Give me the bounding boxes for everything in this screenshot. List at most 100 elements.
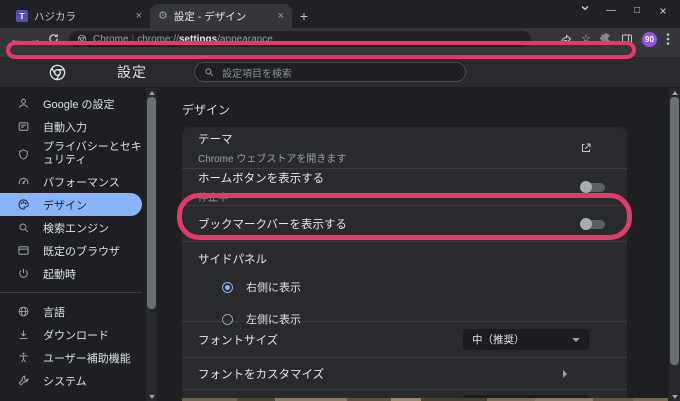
minimize-button[interactable]: — [598, 1, 624, 21]
sidebar-item-system[interactable]: システム [0, 369, 142, 392]
side-panel-section: サイドパネル 右側に表示 左側に表示 [182, 241, 627, 326]
sidebar-item-languages[interactable]: 言語 [0, 300, 142, 323]
kebab-menu-icon[interactable] [666, 32, 670, 46]
new-tab-button[interactable]: + [292, 4, 316, 28]
theme-row[interactable]: テーマ Chrome ウェブストアを開きます [182, 127, 627, 168]
browser-toolbar: ← → Chrome | chrome://settings/appearance … [0, 28, 680, 57]
settings-search-input[interactable]: 設定項目を検索 [194, 62, 466, 82]
search-placeholder: 設定項目を検索 [222, 68, 292, 80]
sidebar-item-on-startup[interactable]: 起動時 [0, 262, 142, 285]
sidebar-label: Google の設定 [43, 98, 115, 111]
page-title: 設定 [117, 64, 147, 80]
download-icon [17, 328, 31, 341]
reload-button[interactable] [48, 33, 59, 46]
close-window-button[interactable]: × [650, 1, 676, 21]
show-bookmarks-bar-row[interactable]: ブックマークバーを表示する [182, 205, 627, 241]
address-bar[interactable]: Chrome | chrome://settings/appearance [69, 31, 531, 47]
globe-icon [17, 305, 31, 318]
scrollbar-thumb[interactable] [147, 97, 156, 309]
radio-unselected-icon[interactable] [222, 313, 233, 325]
radio-selected-icon[interactable] [222, 281, 233, 293]
customize-fonts-title: フォントをカスタマイズ [198, 368, 325, 381]
sidebar-item-privacy[interactable]: プライバシーとセキュリティ [0, 138, 142, 170]
sidebar-label: ユーザー補助機能 [43, 352, 131, 365]
radio-label: 左側に表示 [246, 314, 301, 326]
forward-button[interactable]: → [29, 33, 41, 45]
sidebar-label: システム [43, 375, 87, 388]
radio-option-right[interactable]: 右側に表示 [198, 279, 611, 295]
wrench-icon [17, 374, 31, 387]
close-tab-icon[interactable]: × [136, 10, 142, 22]
sidebar-label: 言語 [43, 306, 65, 319]
bookmark-star-icon[interactable]: ☆ [581, 33, 591, 45]
sidebar-label: プライバシーとセキュリティ [43, 140, 142, 166]
dropdown-arrow-icon [572, 337, 580, 342]
theme-title: テーマ [198, 133, 233, 146]
font-size-select[interactable]: 中（推奨） [463, 329, 589, 350]
title-bar: T ハジカラ × ⚙ 設定 - デザイン × + — □ × [0, 0, 680, 28]
settings-header: 設定 設定項目を検索 [0, 57, 680, 88]
sidebar-label: 起動時 [43, 268, 76, 281]
sidebar-item-search-engine[interactable]: 検索エンジン [0, 216, 142, 239]
settings-content: デザイン テーマ Chrome ウェブストアを開きます ホームボタンを表示する … [158, 88, 680, 401]
show-home-button-row[interactable]: ホームボタンを表示する 停止中 [182, 168, 627, 205]
sidebar-item-google-settings[interactable]: Google の設定 [0, 92, 142, 115]
tab-settings-appearance[interactable]: ⚙ 設定 - デザイン × [150, 4, 292, 28]
site-favicon: T [16, 10, 28, 22]
sidebar-item-appearance[interactable]: デザイン [0, 193, 142, 216]
search-icon [204, 67, 214, 77]
sidebar-item-accessibility[interactable]: ユーザー補助機能 [0, 346, 142, 369]
sidebar-scrollbar[interactable] [146, 88, 157, 401]
appearance-card: テーマ Chrome ウェブストアを開きます ホームボタンを表示する 停止中 ブ… [182, 127, 627, 401]
scroll-up-icon[interactable] [669, 88, 680, 97]
accessibility-icon [17, 351, 31, 364]
sidebar-item-downloads[interactable]: ダウンロード [0, 323, 142, 346]
bookmarks-bar-toggle-off[interactable] [580, 217, 606, 230]
home-button-status: 停止中 [198, 193, 228, 204]
bookmarks-bar-title: ブックマークバーを表示する [198, 218, 347, 231]
tab-strip: T ハジカラ × ⚙ 設定 - デザイン × + [8, 4, 316, 28]
bookmarks-bar [0, 50, 680, 57]
section-heading: デザイン [182, 103, 231, 117]
sidebar-label: デザイン [43, 199, 87, 212]
shield-icon [17, 148, 31, 161]
scrollbar-thumb[interactable] [670, 97, 679, 365]
sidebar-item-performance[interactable]: パフォーマンス [0, 170, 142, 193]
share-icon[interactable] [560, 33, 572, 45]
sidebar-label: 検索エンジン [43, 222, 109, 235]
window-controls: — □ × [572, 1, 676, 21]
sidebar-divider [0, 292, 142, 293]
home-button-title: ホームボタンを表示する [198, 173, 325, 185]
profile-avatar-badge[interactable]: 90 [642, 31, 657, 47]
content-scrollbar[interactable] [669, 88, 680, 401]
scroll-up-icon[interactable] [146, 88, 157, 97]
speedometer-icon [17, 175, 31, 188]
person-icon [17, 97, 31, 110]
back-button[interactable]: ← [10, 33, 22, 45]
close-tab-icon[interactable]: × [278, 10, 284, 22]
sidebar-item-autofill[interactable]: 自動入力 [0, 115, 142, 138]
scroll-down-icon[interactable] [146, 392, 157, 401]
customize-fonts-row[interactable]: フォントをカスタマイズ [182, 357, 627, 389]
gear-icon: ⚙ [158, 9, 168, 22]
theme-subtitle: Chrome ウェブストアを開きます [198, 153, 347, 165]
tab-hajikara[interactable]: T ハジカラ × [8, 4, 150, 28]
site-info-icon[interactable] [77, 34, 87, 44]
home-button-toggle-off[interactable] [580, 181, 606, 193]
external-link-icon[interactable] [580, 142, 592, 154]
maximize-button[interactable]: □ [624, 1, 650, 21]
extension-icon[interactable] [600, 33, 612, 45]
tab-title: ハジカラ [34, 10, 76, 23]
font-size-title: フォントサイズ [198, 334, 279, 347]
sidebar-item-default-browser[interactable]: 既定のブラウザ [0, 239, 142, 262]
side-panel-icon[interactable] [621, 33, 633, 45]
scroll-down-icon[interactable] [669, 392, 680, 401]
chevron-right-icon [563, 369, 567, 378]
browser-window-icon [17, 244, 31, 257]
sidebar-label: ダウンロード [43, 329, 109, 342]
tab-search-icon[interactable] [572, 1, 598, 21]
power-icon [17, 267, 31, 280]
tab-title: 設定 - デザイン [173, 10, 247, 23]
search-icon [17, 221, 31, 234]
side-panel-title: サイドパネル [198, 254, 267, 266]
